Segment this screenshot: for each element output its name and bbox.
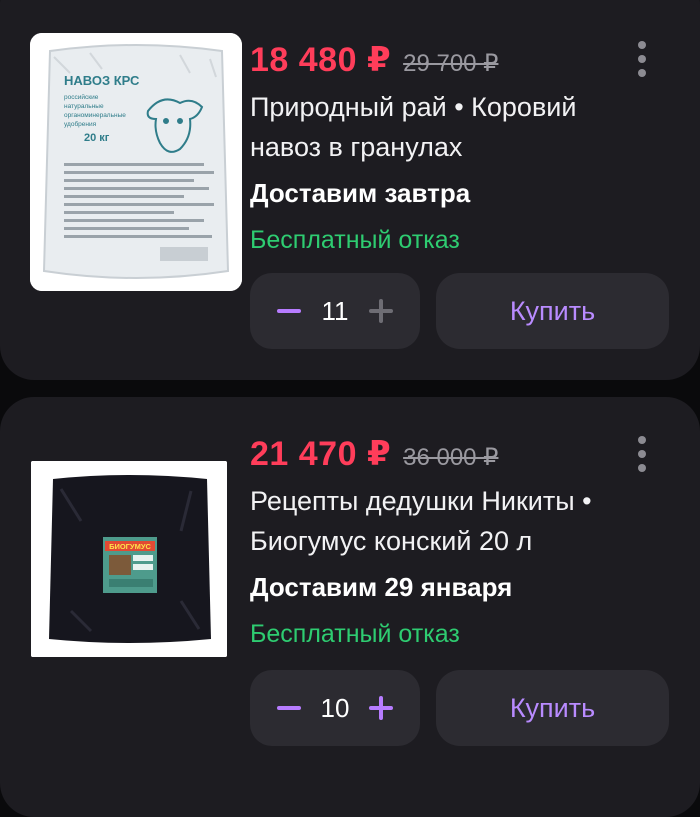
biohumus-bag-image: БИОГУМУС xyxy=(31,461,227,657)
old-price: 36 000 ₽ xyxy=(403,444,499,471)
delivery-date: Доставим 29 января xyxy=(250,572,513,602)
price-row: 21 470 ₽ 36 000 ₽ xyxy=(250,434,498,474)
product-image-manure-bag[interactable]: НАВОЗ КРС российские натуральные органом… xyxy=(30,33,242,291)
bag-brand-text: НАВОЗ КРС xyxy=(64,73,140,88)
quantity-stepper: 11 xyxy=(250,273,420,349)
free-refusal-label: Бесплатный отказ xyxy=(250,620,460,648)
manure-bag-image: НАВОЗ КРС российские натуральные органом… xyxy=(30,33,242,291)
buy-button[interactable]: Купить xyxy=(436,273,669,349)
bag-label-text: БИОГУМУС xyxy=(109,542,151,551)
product-image-biohumus-bag[interactable]: БИОГУМУС xyxy=(31,461,227,657)
plus-icon[interactable] xyxy=(366,693,396,723)
svg-text:органоминеральные: органоминеральные xyxy=(64,112,126,119)
current-price: 18 480 ₽ xyxy=(250,41,392,79)
delivery-date: Доставим завтра xyxy=(250,178,471,208)
minus-icon[interactable] xyxy=(274,296,304,326)
svg-text:российские: российские xyxy=(64,93,99,101)
free-refusal-label: Бесплатный отказ xyxy=(250,226,460,254)
more-options-icon[interactable] xyxy=(636,41,648,77)
svg-text:удобрения: удобрения xyxy=(64,120,97,128)
product-card[interactable]: БИОГУМУС 21 470 ₽ 36 000 ₽ Рецепты дедуш… xyxy=(0,397,700,817)
product-title[interactable]: Природный рай • Коровий навоз в гранулах xyxy=(250,87,650,167)
buy-button[interactable]: Купить xyxy=(436,670,669,746)
product-card[interactable]: НАВОЗ КРС российские натуральные органом… xyxy=(0,0,700,380)
quantity-value: 10 xyxy=(320,692,350,723)
old-price: 29 700 ₽ xyxy=(403,50,499,77)
svg-text:натуральные: натуральные xyxy=(64,103,104,110)
product-title[interactable]: Рецепты дедушки Никиты • Биогумус конски… xyxy=(250,481,650,561)
quantity-value: 11 xyxy=(321,295,349,326)
quantity-stepper: 10 xyxy=(250,670,420,746)
more-options-icon[interactable] xyxy=(636,436,648,472)
current-price: 21 470 ₽ xyxy=(250,435,392,473)
minus-icon[interactable] xyxy=(274,693,304,723)
svg-text:20 кг: 20 кг xyxy=(84,132,110,144)
plus-icon[interactable] xyxy=(366,296,396,326)
price-row: 18 480 ₽ 29 700 ₽ xyxy=(250,40,498,80)
